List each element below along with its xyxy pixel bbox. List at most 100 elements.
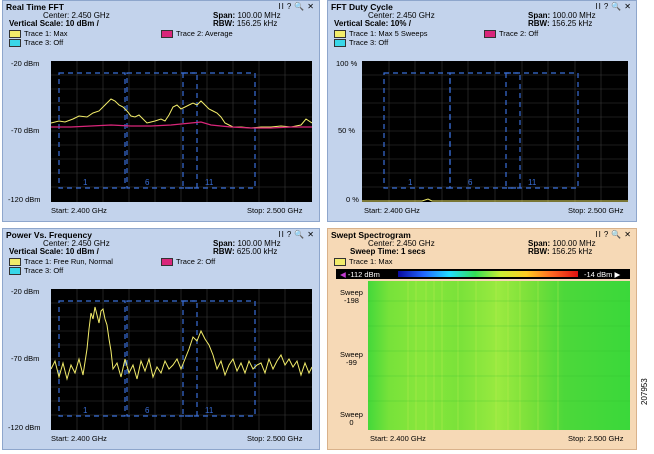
y-axis-top-label: -20 dBm: [11, 287, 40, 296]
trace1-label: Trace 1: Max: [24, 29, 68, 38]
channel-1-box: [58, 300, 126, 417]
panel-swept-spectrogram[interactable]: Swept Spectrogram II? 🔍 ✕ Center: 2.450 GH…: [327, 228, 637, 450]
rbw-field: RBW: 156.25 kHz: [528, 247, 592, 256]
vertical-scale: Vertical Scale: 10% /: [334, 19, 411, 28]
trace3-label: Trace 3: Off: [24, 38, 64, 47]
panel-power-vs-frequency[interactable]: Power Vs. Frequency II? 🔍 ✕ Center: 2.450 …: [2, 228, 320, 450]
rbw-label: RBW:: [528, 19, 550, 28]
zoom-icon[interactable]: 🔍: [611, 2, 622, 11]
channel-6-box: [126, 72, 198, 189]
start-freq: Start: 2.400 GHz: [364, 206, 420, 215]
pause-icon[interactable]: II: [278, 2, 284, 11]
wifi-channel-boxes: [383, 72, 579, 189]
pause-icon[interactable]: II: [595, 2, 601, 11]
help-icon[interactable]: ?: [604, 230, 609, 239]
channel-label-11: 11: [528, 178, 537, 187]
trace3-label: Trace 3: Off: [349, 38, 389, 47]
grid: [362, 61, 628, 202]
start-freq: Start: 2.400 GHz: [51, 206, 107, 215]
power-frequency-plot[interactable]: 1 6 11: [50, 289, 313, 430]
close-icon[interactable]: ✕: [624, 230, 632, 239]
scale-min-label[interactable]: ◀ -112 dBm: [340, 270, 380, 279]
spectrogram-fill: [368, 281, 630, 430]
trace3-swatch: [9, 267, 21, 276]
trace1-label: Trace 1: Free Run, Normal: [24, 257, 113, 266]
stop-freq: Stop: 2.500 GHz: [247, 434, 303, 443]
zoom-icon[interactable]: 🔍: [294, 230, 305, 239]
channel-label-1: 1: [408, 178, 413, 187]
channel-6-box: [449, 72, 521, 189]
y-axis-bottom-label: -120 dBm: [8, 195, 41, 204]
stop-freq: Stop: 2.500 GHz: [568, 206, 624, 215]
channel-label-1: 1: [83, 178, 88, 187]
fft-plot[interactable]: 1 6 11: [50, 61, 313, 202]
panel-fft-duty-cycle[interactable]: FFT Duty Cycle II? 🔍 ✕ Center: 2.450 GHz S…: [327, 0, 637, 222]
trace1-label: Trace 1: Max: [349, 257, 393, 266]
y-axis-top-label: 100 %: [336, 59, 358, 68]
trace1-swatch: [9, 258, 21, 267]
trace3-label: Trace 3: Off: [24, 266, 64, 275]
channel-11-box: [182, 72, 256, 189]
trace1-swatch: [9, 30, 21, 39]
grid: [51, 289, 312, 430]
channel-1-box: [383, 72, 451, 189]
trace3-swatch: [334, 39, 346, 48]
y-axis-bottom-label: -120 dBm: [8, 423, 41, 432]
trace1-power-line: [50, 306, 313, 381]
figure-code: 207953: [640, 378, 649, 405]
trace2-swatch: [161, 30, 173, 39]
y-axis-mid-label: 50 %: [338, 126, 356, 135]
left-arrow-icon: ◀: [340, 270, 346, 279]
channel-label-6: 6: [145, 178, 150, 187]
rbw-value: 156.25 kHz: [236, 19, 278, 28]
fft-plot-svg: 1 6 11: [50, 61, 313, 202]
trace2-swatch: [484, 30, 496, 39]
panel-controls: II? 🔍 ✕: [276, 2, 315, 11]
trace2-swatch: [161, 258, 173, 267]
close-icon[interactable]: ✕: [307, 230, 315, 239]
trace3-swatch: [9, 39, 21, 48]
color-gradient: [398, 271, 578, 277]
pause-icon[interactable]: II: [595, 230, 601, 239]
pause-icon[interactable]: II: [278, 230, 284, 239]
stop-freq: Stop: 2.500 GHz: [247, 206, 303, 215]
trace3-legend: Trace 3: Off: [9, 38, 64, 48]
zoom-icon[interactable]: 🔍: [294, 2, 305, 11]
help-icon[interactable]: ?: [287, 230, 292, 239]
close-icon[interactable]: ✕: [307, 2, 315, 11]
y-axis-bottom-label: 0 %: [346, 195, 359, 204]
trace1-legend: Trace 1: Max: [334, 257, 393, 267]
trace1-legend: Trace 1: Max 5 Sweeps: [334, 29, 428, 39]
trace2-legend: Trace 2: Off: [161, 257, 216, 267]
close-icon[interactable]: ✕: [624, 2, 632, 11]
trace1-legend: Trace 1: Max: [9, 29, 68, 39]
trace2-label: Trace 2: Off: [176, 257, 216, 266]
spectrogram-plot[interactable]: [368, 281, 630, 430]
y-axis-bottom-label: Sweep 0: [340, 411, 363, 427]
start-freq: Start: 2.400 GHz: [51, 434, 107, 443]
channel-11-box: [182, 300, 256, 417]
help-icon[interactable]: ?: [604, 2, 609, 11]
rbw-field: RBW: 156.25 kHz: [213, 19, 277, 28]
channel-label-6: 6: [468, 178, 473, 187]
help-icon[interactable]: ?: [287, 2, 292, 11]
panel-controls: II? 🔍 ✕: [276, 230, 315, 239]
panel-real-time-fft[interactable]: Real Time FFT II? 🔍 ✕ Center: 2.450 GHz Sp…: [2, 0, 320, 222]
scale-max-value: -14 dBm: [584, 270, 613, 279]
stop-freq: Stop: 2.500 GHz: [568, 434, 624, 443]
channel-label-11: 11: [205, 406, 214, 415]
wifi-channel-boxes: [58, 72, 256, 189]
trace1-swatch: [334, 258, 346, 267]
trace2-legend: Trace 2: Average: [161, 29, 233, 39]
channel-label-6: 6: [145, 406, 150, 415]
vertical-scale: Vertical Scale: 10 dBm /: [9, 247, 99, 256]
rbw-label: RBW:: [528, 247, 550, 256]
rbw-label: RBW:: [213, 247, 235, 256]
trace2-label: Trace 2: Average: [176, 29, 233, 38]
y-top-value: -198: [343, 296, 359, 305]
channel-label-1: 1: [83, 406, 88, 415]
duty-cycle-plot[interactable]: 1 6 11: [362, 61, 628, 202]
scale-max-label[interactable]: -14 dBm ▶: [584, 270, 620, 279]
zoom-icon[interactable]: 🔍: [611, 230, 622, 239]
panel-controls: II? 🔍 ✕: [593, 2, 632, 11]
